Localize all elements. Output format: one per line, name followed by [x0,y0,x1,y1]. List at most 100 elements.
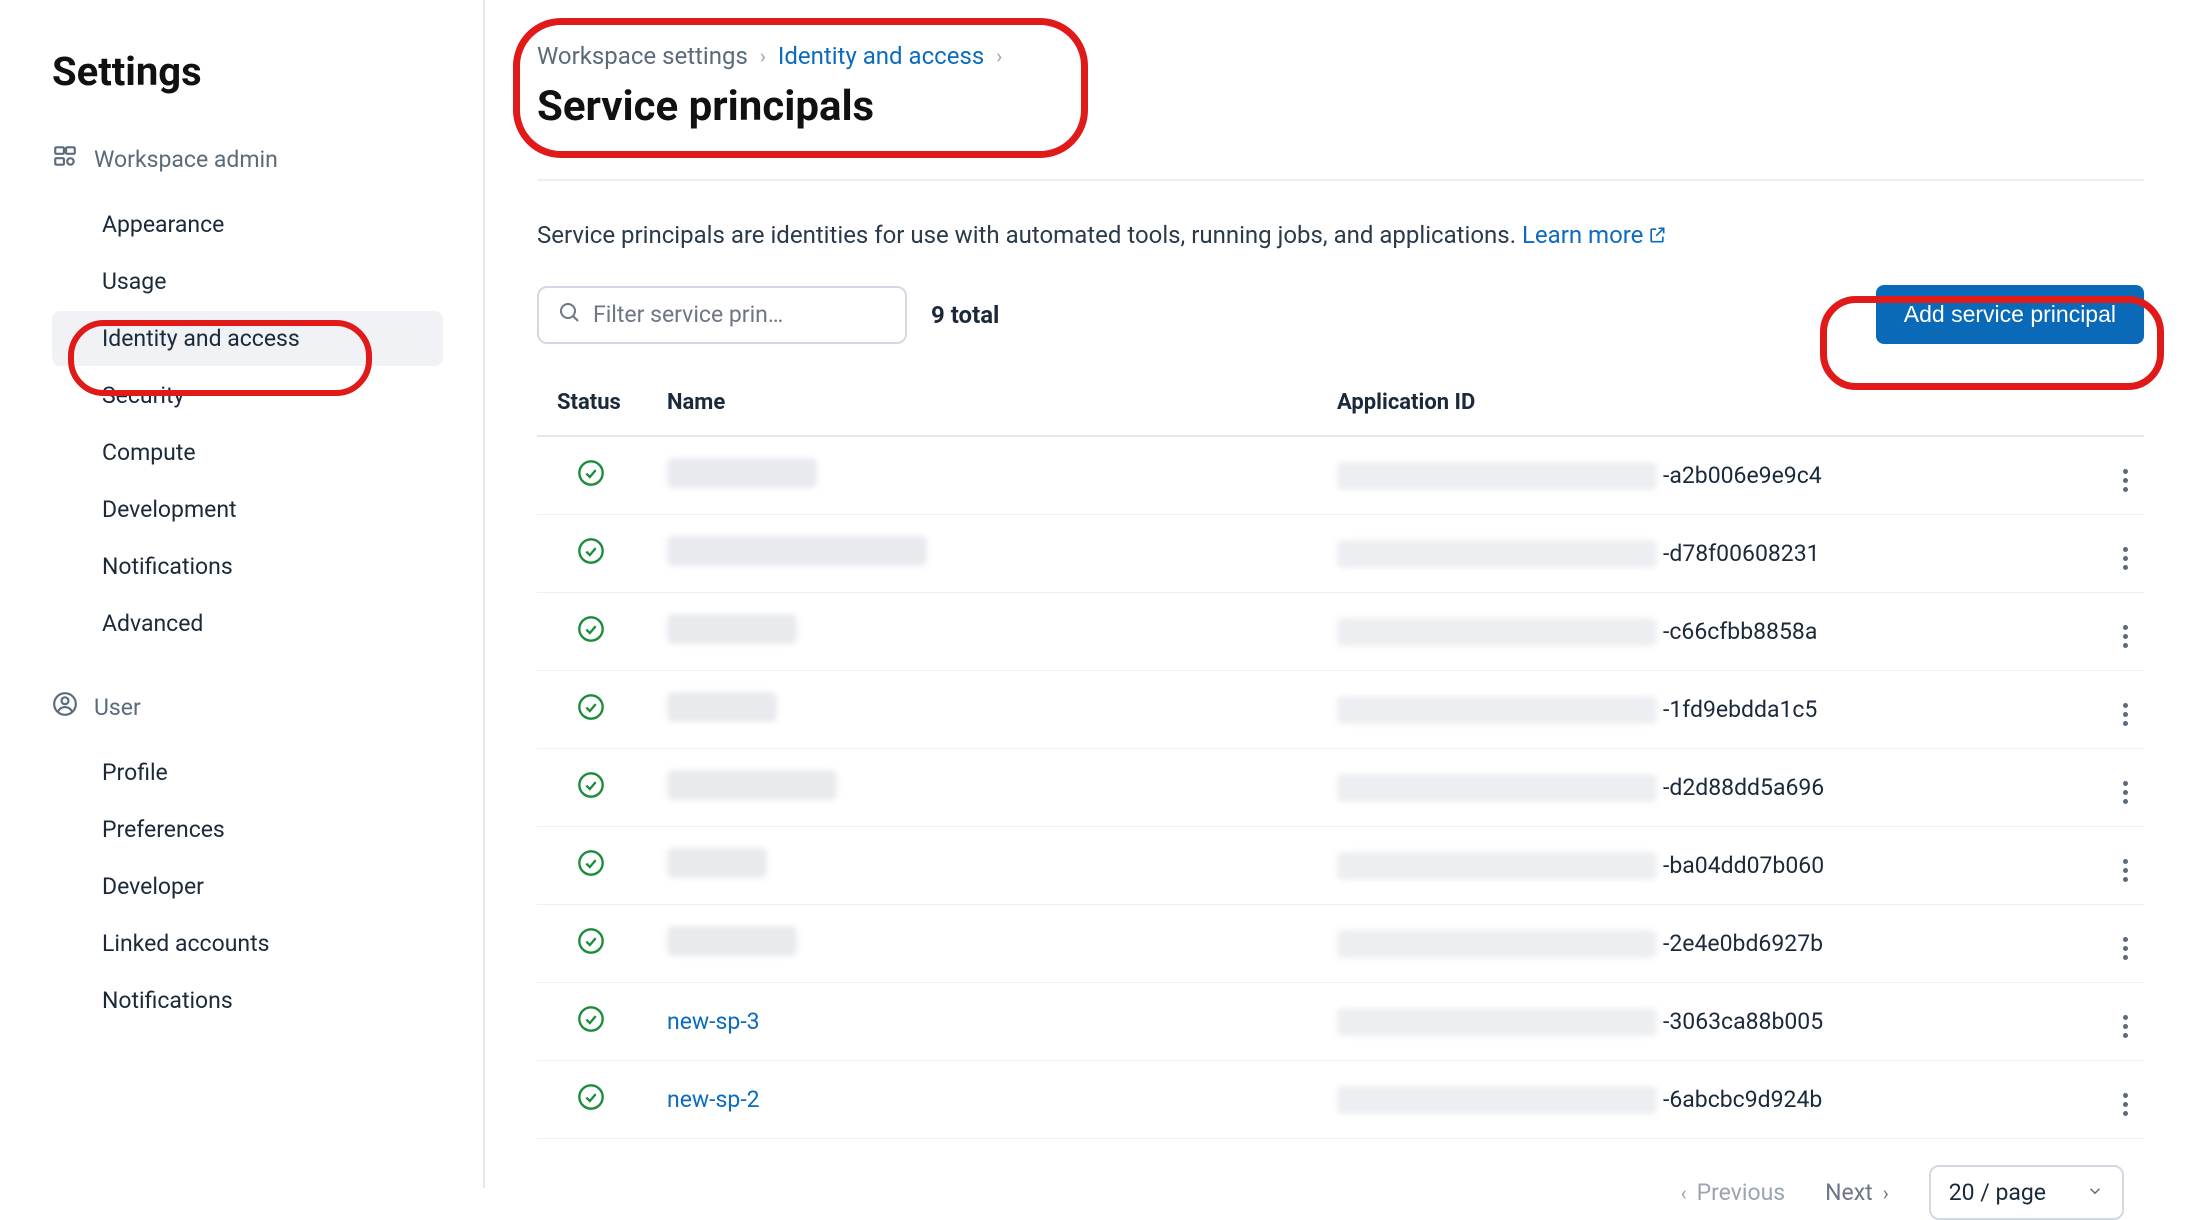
row-actions-menu-button[interactable] [2117,931,2134,966]
sidebar-item-linked-accounts[interactable]: Linked accounts [52,916,443,971]
chevron-right-icon: › [1883,1181,1889,1205]
external-link-icon [1647,223,1667,251]
sidebar-item-profile[interactable]: Profile [52,745,443,800]
service-principal-link[interactable]: new-sp-3 [667,1008,760,1035]
redacted-name [667,848,767,878]
status-cell [537,749,657,827]
appid-cell: -c66cfbb8858a [1327,593,2074,671]
sidebar-item-appearance[interactable]: Appearance [52,197,443,252]
service-principal-link[interactable]: new-sp-2 [667,1086,760,1113]
name-cell [657,905,1327,983]
row-actions-menu-button[interactable] [2117,541,2134,576]
appid-suffix: -2e4e0bd6927b [1663,930,1823,957]
appid-cell: -6abcbc9d924b [1327,1061,2074,1139]
status-active-icon [577,1005,605,1033]
status-cell [537,1061,657,1139]
appid-suffix: -a2b006e9e9c4 [1663,462,1822,489]
row-actions-menu-button[interactable] [2117,1009,2134,1044]
service-principals-table: Status Name Application ID -a2b006e9e9c4… [537,374,2144,1139]
name-cell: new-sp-2 [657,1061,1327,1139]
name-cell: new-sp-3 [657,983,1327,1061]
previous-page-button[interactable]: ‹ Previous [1681,1179,1786,1206]
row-actions-menu-button[interactable] [2117,619,2134,654]
redacted-appid-prefix [1337,696,1657,724]
status-cell [537,827,657,905]
sidebar-item-label: Identity and access [102,325,300,352]
workspace-admin-icon [52,143,78,175]
sidebar-item-compute[interactable]: Compute [52,425,443,480]
sidebar-item-development[interactable]: Development [52,482,443,537]
breadcrumb-identity-access[interactable]: Identity and access [778,42,984,70]
row-actions-menu-button[interactable] [2117,853,2134,888]
sidebar-item-label: Notifications [102,553,233,580]
description: Service principals are identities for us… [537,221,2144,251]
status-cell [537,983,657,1061]
actions-cell [2074,671,2144,749]
table-row: new-sp-2 -6abcbc9d924b [537,1061,2144,1139]
redacted-appid-prefix [1337,930,1657,958]
sidebar-item-advanced[interactable]: Advanced [52,596,443,651]
status-active-icon [577,771,605,799]
user-icon [52,691,78,723]
name-cell [657,593,1327,671]
total-count: 9 total [931,301,999,329]
row-actions-menu-button[interactable] [2117,1087,2134,1122]
breadcrumb-root[interactable]: Workspace settings [537,42,748,70]
table-row: -2e4e0bd6927b [537,905,2144,983]
redacted-name [667,926,797,956]
column-header-appid[interactable]: Application ID [1327,374,2074,436]
appid-cell: -a2b006e9e9c4 [1327,436,2074,515]
appid-suffix: -c66cfbb8858a [1663,618,1817,645]
table-row: new-sp-3-3063ca88b005 [537,983,2144,1061]
status-cell [537,436,657,515]
sidebar-item-label: Developer [102,873,204,900]
search-icon [557,300,581,330]
filter-input[interactable]: Filter service prin… [537,286,907,344]
sidebar-item-label: Security [102,382,184,409]
appid-suffix: -ba04dd07b060 [1663,852,1824,879]
redacted-name [667,692,777,722]
chevron-right-icon: › [996,44,1002,68]
learn-more-link[interactable]: Learn more [1522,221,1667,249]
table-row: -a2b006e9e9c4 [537,436,2144,515]
sidebar-item-usage[interactable]: Usage [52,254,443,309]
row-actions-menu-button[interactable] [2117,775,2134,810]
name-cell [657,749,1327,827]
redacted-name [667,614,797,644]
next-page-button[interactable]: Next › [1825,1179,1889,1206]
name-cell [657,436,1327,515]
status-active-icon [577,615,605,643]
redacted-appid-prefix [1337,540,1657,568]
row-actions-menu-button[interactable] [2117,463,2134,498]
column-header-status[interactable]: Status [537,374,657,436]
sidebar-item-identity-and-access[interactable]: Identity and access [52,311,443,366]
sidebar-item-label: Linked accounts [102,930,269,957]
sidebar-item-preferences[interactable]: Preferences [52,802,443,857]
status-cell [537,515,657,593]
add-service-principal-button[interactable]: Add service principal [1876,285,2144,344]
row-actions-menu-button[interactable] [2117,697,2134,732]
redacted-appid-prefix [1337,462,1657,490]
divider [537,179,2144,181]
status-active-icon [577,693,605,721]
section-header-label: Workspace admin [94,146,278,173]
column-header-name[interactable]: Name [657,374,1327,436]
table-row: -d78f00608231 [537,515,2144,593]
redacted-name [667,458,817,488]
appid-cell: -1fd9ebdda1c5 [1327,671,2074,749]
redacted-appid-prefix [1337,1008,1657,1036]
status-active-icon [577,1083,605,1111]
nav-list-admin: Appearance Usage Identity and access Sec… [52,197,443,651]
appid-suffix: -d2d88dd5a696 [1663,774,1824,801]
page-size-select[interactable]: 20 / page [1929,1165,2124,1220]
status-cell [537,905,657,983]
section-header-workspace-admin: Workspace admin [52,143,443,175]
sidebar-item-security[interactable]: Security [52,368,443,423]
sidebar-item-user-notifications[interactable]: Notifications [52,973,443,1028]
column-header-actions [2074,374,2144,436]
sidebar-item-notifications[interactable]: Notifications [52,539,443,594]
learn-more-label: Learn more [1522,221,1643,249]
sidebar-item-developer[interactable]: Developer [52,859,443,914]
actions-cell [2074,1061,2144,1139]
pagination: ‹ Previous Next › 20 / page [537,1139,2144,1220]
